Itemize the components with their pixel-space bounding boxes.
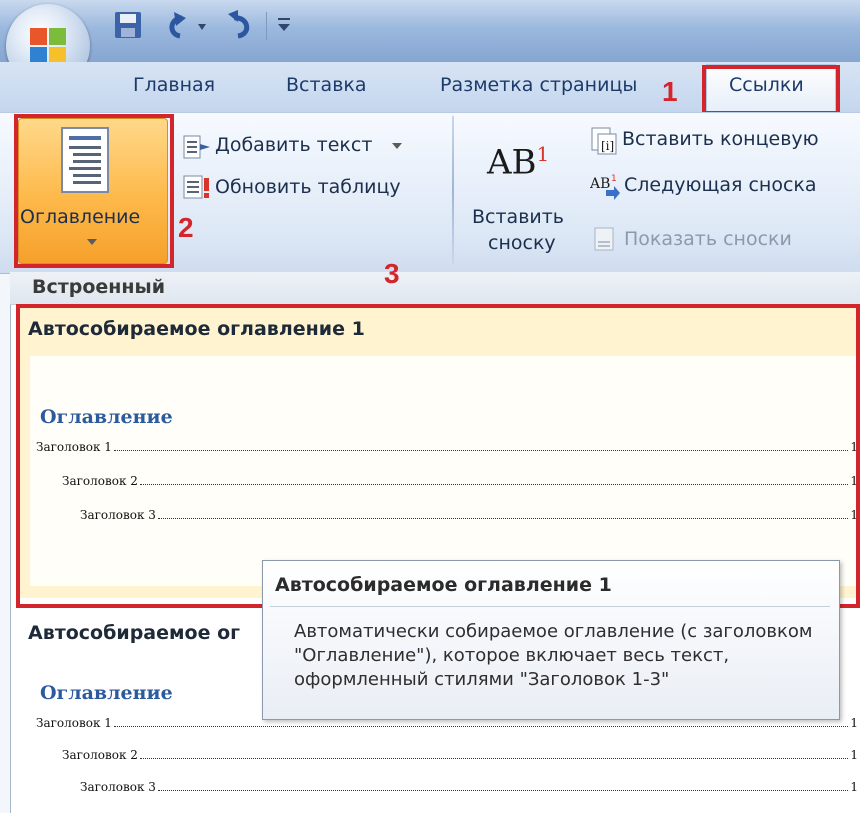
insert-footnote-label-line2[interactable]: сноску	[488, 232, 556, 254]
tab-insert[interactable]: Вставка	[286, 74, 367, 96]
update-table-icon	[183, 175, 209, 199]
redo-icon[interactable]	[224, 8, 258, 44]
gallery-section-label: Встроенный	[32, 276, 166, 298]
undo-icon[interactable]	[160, 8, 212, 44]
insert-endnote-icon: [i]	[591, 127, 617, 155]
toc-preview-entry: Заголовок 2 1	[62, 748, 858, 762]
add-text-button[interactable]: Добавить текст	[215, 134, 372, 156]
next-footnote-button[interactable]: Следующая сноска	[624, 174, 817, 196]
highlight-references-tab	[702, 65, 840, 115]
tooltip-divider	[270, 606, 830, 607]
add-text-dropdown-icon[interactable]	[392, 142, 402, 150]
next-footnote-icon: AB 1	[590, 174, 620, 200]
tooltip-title: Автособираемое оглавление 1	[275, 574, 612, 596]
step-number-1: 1	[662, 76, 678, 107]
toc-entry-page: 1	[850, 780, 858, 794]
show-notes-button: Показать сноски	[624, 228, 792, 250]
show-notes-icon	[594, 227, 614, 251]
office-logo-icon	[30, 28, 66, 64]
toc-leader-dots	[113, 726, 849, 727]
update-table-button[interactable]: Обновить таблицу	[215, 176, 401, 198]
toc-entry-text: Заголовок 3	[80, 780, 156, 794]
gallery-item-title[interactable]: Автособираемое ог	[28, 622, 240, 644]
toc-preview-entry: Заголовок 3 1	[80, 780, 858, 794]
toc-preview-heading: Оглавление	[40, 682, 173, 704]
tab-page-layout[interactable]: Разметка страницы	[440, 74, 637, 96]
toc-entry-text: Заголовок 2	[62, 748, 138, 762]
add-text-icon	[183, 135, 210, 159]
toc-leader-dots	[139, 758, 849, 759]
svg-text:AB: AB	[590, 176, 610, 192]
tab-home[interactable]: Главная	[133, 74, 215, 96]
highlight-toc-button	[14, 114, 174, 268]
insert-footnote-icon: AB1	[487, 142, 549, 182]
svg-text:1: 1	[611, 174, 617, 184]
step-number-2: 2	[178, 212, 194, 243]
footnote-icon-sup: 1	[536, 142, 550, 166]
tooltip-description: Автоматически собираемое оглавление (с з…	[294, 621, 813, 690]
footnote-icon-text: AB	[487, 142, 537, 183]
toc-entry-text: Заголовок 1	[36, 716, 112, 730]
ribbon-group-separator	[452, 116, 454, 264]
quick-access-separator	[266, 12, 267, 40]
toc-entry-page: 1	[850, 716, 858, 730]
insert-footnote-label-line1[interactable]: Вставить	[472, 206, 564, 228]
step-number-3: 3	[384, 258, 400, 289]
customize-arrow-icon[interactable]	[274, 8, 294, 44]
insert-endnote-button[interactable]: Вставить концевую	[622, 128, 819, 150]
svg-text:[i]: [i]	[601, 139, 614, 153]
toc-entry-page: 1	[850, 748, 858, 762]
save-icon[interactable]	[112, 8, 146, 44]
toc-leader-dots	[157, 790, 849, 791]
